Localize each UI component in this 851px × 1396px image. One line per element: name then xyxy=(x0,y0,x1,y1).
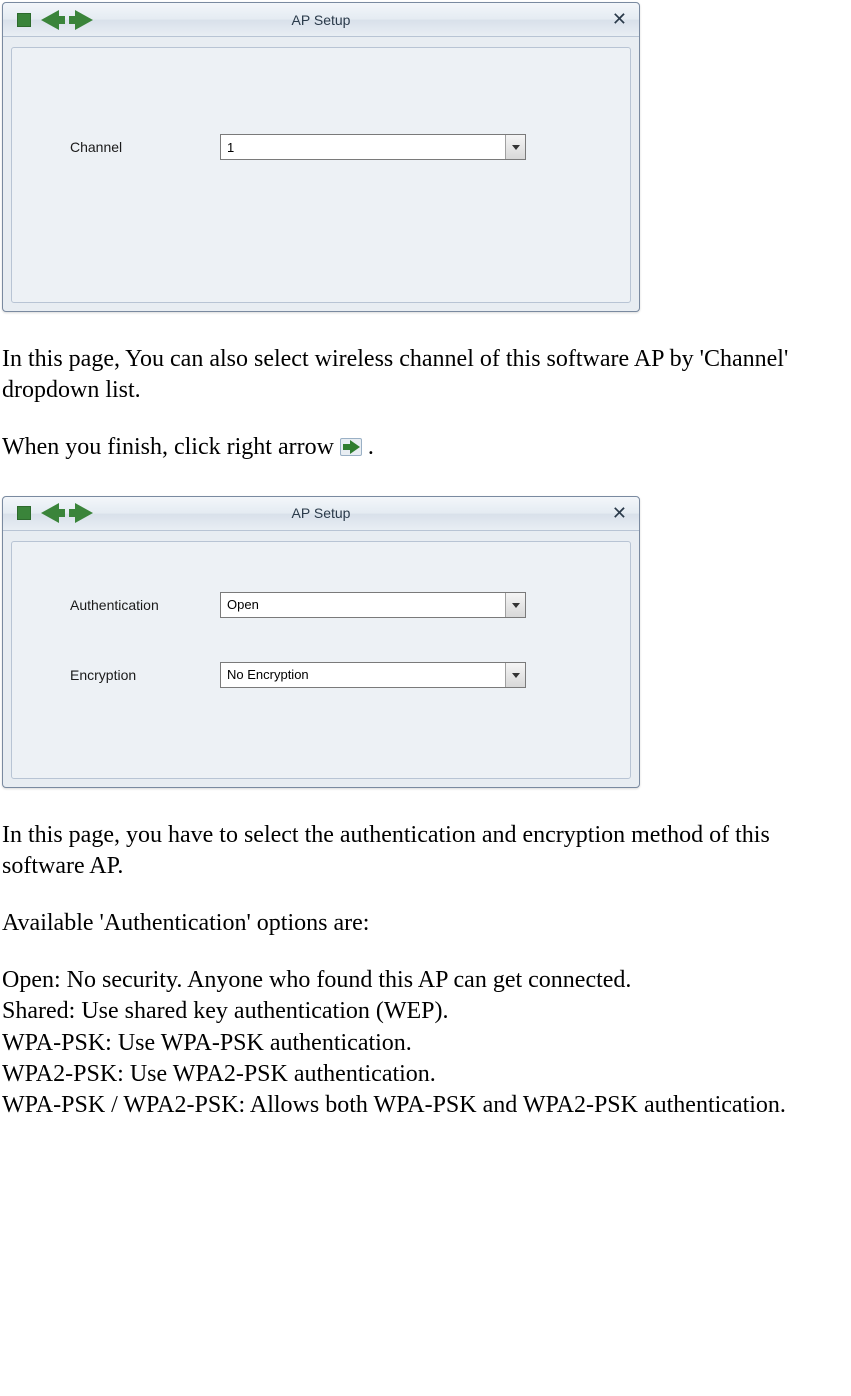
chevron-down-icon[interactable] xyxy=(505,663,525,687)
panel: Authentication Open Encryption No Encryp… xyxy=(11,541,631,779)
ap-setup-window-auth: AP Setup ✕ Authentication Open Encryptio… xyxy=(2,496,640,788)
back-arrow-icon[interactable] xyxy=(41,10,59,30)
close-icon[interactable]: ✕ xyxy=(612,9,627,30)
panel: Channel 1 xyxy=(11,47,631,303)
auth-option-open: Open: No security. Anyone who found this… xyxy=(2,965,849,996)
channel-value: 1 xyxy=(221,140,505,155)
encryption-dropdown[interactable]: No Encryption xyxy=(220,662,526,688)
paragraph-next-step: When you finish, click right arrow . xyxy=(2,432,849,463)
forward-arrow-icon[interactable] xyxy=(75,10,93,30)
auth-option-wpa-psk: WPA-PSK: Use WPA-PSK authentication. xyxy=(2,1028,849,1059)
authentication-value: Open xyxy=(221,597,505,612)
channel-label: Channel xyxy=(70,139,220,155)
stop-icon[interactable] xyxy=(17,13,31,27)
authentication-dropdown[interactable]: Open xyxy=(220,592,526,618)
titlebar: AP Setup ✕ xyxy=(3,497,639,531)
encryption-label: Encryption xyxy=(70,667,220,683)
channel-dropdown[interactable]: 1 xyxy=(220,134,526,160)
paragraph-channel-desc: In this page, You can also select wirele… xyxy=(2,344,849,406)
auth-option-shared: Shared: Use shared key authentication (W… xyxy=(2,996,849,1027)
chevron-down-icon[interactable] xyxy=(505,135,525,159)
auth-option-wpa2-psk: WPA2-PSK: Use WPA2-PSK authentication. xyxy=(2,1059,849,1090)
auth-option-wpa-wpa2: WPA-PSK / WPA2-PSK: Allows both WPA-PSK … xyxy=(2,1090,849,1121)
close-icon[interactable]: ✕ xyxy=(612,503,627,524)
authentication-label: Authentication xyxy=(70,597,220,613)
inline-forward-arrow-icon xyxy=(340,438,362,456)
encryption-value: No Encryption xyxy=(221,667,505,682)
titlebar: AP Setup ✕ xyxy=(3,3,639,37)
window-title: AP Setup xyxy=(3,505,639,521)
chevron-down-icon[interactable] xyxy=(505,593,525,617)
back-arrow-icon[interactable] xyxy=(41,503,59,523)
ap-setup-window-channel: AP Setup ✕ Channel 1 xyxy=(2,2,640,312)
stop-icon[interactable] xyxy=(17,506,31,520)
paragraph-auth-options-heading: Available 'Authentication' options are: xyxy=(2,908,849,939)
forward-arrow-icon[interactable] xyxy=(75,503,93,523)
paragraph-auth-desc: In this page, you have to select the aut… xyxy=(2,820,849,882)
window-title: AP Setup xyxy=(3,12,639,28)
